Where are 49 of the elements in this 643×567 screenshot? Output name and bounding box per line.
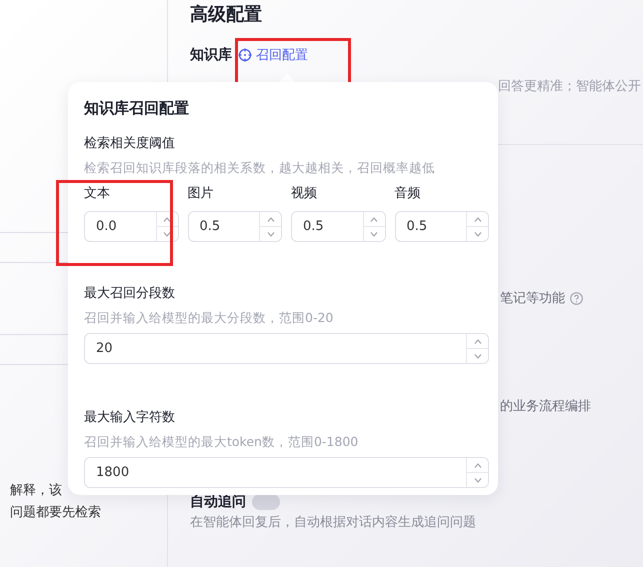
chevron-up-icon — [474, 462, 482, 468]
setting-hint: 检索召回知识库段落的相关系数，越大越相关，召回概率越低 — [84, 159, 436, 177]
chevron-up-icon — [266, 216, 274, 222]
chevron-down-icon — [474, 232, 482, 236]
chevron-up-icon — [474, 216, 482, 222]
setting-hint: 召回并输入给模型的最大分段数，范围0-20 — [84, 309, 334, 327]
field-label: 视频 — [291, 185, 318, 203]
decrement-button[interactable] — [467, 226, 488, 241]
decrement-button[interactable] — [467, 472, 488, 487]
chevron-up-icon — [163, 216, 171, 222]
field-label: 图片 — [188, 185, 214, 203]
description-text: 笔记等功能 — [500, 290, 565, 307]
setting-label: 最大输入字符数 — [84, 409, 176, 427]
chevron-down-icon — [370, 232, 378, 236]
setting-hint: 召回并输入给模型的最大token数，范围0-1800 — [84, 433, 360, 451]
number-field[interactable]: 0.5 — [394, 211, 489, 242]
knowledge-label: 知识库 — [190, 46, 232, 64]
description-text: 在智能体回复后，自动根据对话内容生成追问问题 — [190, 515, 476, 530]
chevron-down-icon — [163, 232, 171, 236]
decrement-button[interactable] — [364, 226, 384, 241]
crosshair-icon — [238, 48, 252, 62]
field-label: 音频 — [394, 185, 422, 203]
toggle-switch[interactable] — [252, 494, 280, 510]
number-input[interactable]: 0.0 — [85, 212, 156, 241]
chevron-down-icon — [266, 232, 274, 236]
section-title: 高级配置 — [190, 4, 263, 26]
chevron-up-icon — [474, 338, 482, 344]
number-field[interactable]: 0.0 — [84, 211, 178, 242]
sidebar-text: 解释，该 — [10, 482, 63, 500]
description-text: 回答更精准；智能体公开 — [498, 79, 641, 94]
popover-title: 知识库召回配置 — [84, 98, 190, 118]
setting-label: 最大召回分段数 — [84, 285, 176, 303]
follow-up-label: 自动追问 — [190, 493, 246, 511]
number-field[interactable]: 0.5 — [291, 211, 386, 242]
chevron-up-icon — [370, 216, 378, 222]
sidebar-text: 问题都要先检索 — [10, 504, 101, 522]
decrement-button[interactable] — [260, 226, 281, 241]
decrement-button[interactable] — [467, 348, 488, 363]
recall-config-link[interactable]: 召回配置 — [238, 46, 308, 64]
field-label: 文本 — [84, 185, 111, 203]
number-field[interactable]: 0.5 — [188, 211, 282, 242]
description-text: 的业务流程编排 — [500, 398, 591, 415]
number-input[interactable]: 0.5 — [396, 212, 466, 241]
chevron-down-icon — [474, 478, 482, 482]
setting-label: 检索相关度阈值 — [84, 135, 176, 153]
chevron-down-icon — [474, 354, 482, 358]
help-icon[interactable] — [570, 292, 583, 304]
number-input[interactable]: 0.5 — [292, 212, 362, 241]
number-input[interactable]: 0.5 — [188, 212, 259, 241]
